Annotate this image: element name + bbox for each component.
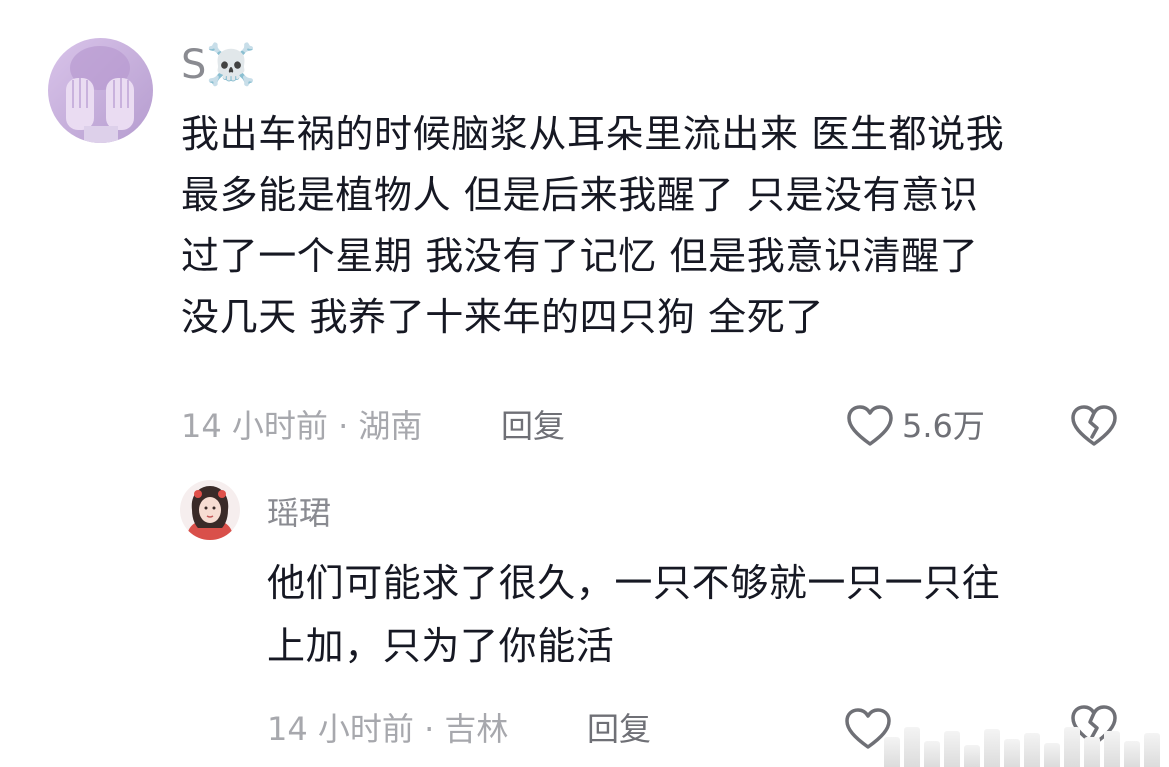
comment-text-line: 过了一个星期 我没有了记忆 但是我意识清醒了 <box>181 234 979 278</box>
avatar-image <box>48 38 153 143</box>
comment-text-line: 没几天 我养了十来年的四只狗 全死了 <box>181 295 824 339</box>
reply-button[interactable]: 回复 <box>587 704 651 754</box>
watermark-block <box>1084 737 1100 767</box>
avatar-image <box>180 480 240 540</box>
dislike-button[interactable] <box>1070 404 1118 452</box>
watermark-block <box>1144 733 1160 767</box>
username[interactable]: S☠️ <box>181 39 256 91</box>
watermark-block <box>1104 731 1120 767</box>
watermark-block <box>924 741 940 767</box>
watermark-block <box>904 727 920 767</box>
watermark-block <box>1024 733 1040 767</box>
heart-outline-icon <box>847 405 893 446</box>
comment-meta: 14 小时前 · 吉林 <box>267 710 509 748</box>
comment-text-line: 最多能是植物人 但是后来我醒了 只是没有意识 <box>181 173 979 217</box>
watermark-block <box>1124 741 1140 767</box>
like-count: 5.6万 <box>902 407 985 445</box>
watermark-block <box>984 729 1000 767</box>
comment-meta: 14 小时前 · 湖南 <box>181 407 423 445</box>
watermark-block <box>964 745 980 767</box>
watermark-block <box>884 737 900 767</box>
comment-text-line: 上加，只为了你能活 <box>267 624 615 668</box>
like-button[interactable]: 5.6万 <box>846 401 985 451</box>
comment-text-line: 他们可能求了很久，一只不够就一只一只往 <box>267 561 1001 605</box>
comment-text-line: 我出车祸的时候脑浆从耳朵里流出来 医生都说我 <box>181 112 1005 156</box>
comment-text: 我出车祸的时候脑浆从耳朵里流出来 医生都说我 最多能是植物人 但是后来我醒了 只… <box>181 104 1004 348</box>
username[interactable]: 瑶珺 <box>267 491 331 535</box>
avatar[interactable] <box>48 38 153 143</box>
watermark-block <box>1044 743 1060 767</box>
comment-text: 他们可能求了很久，一只不够就一只一只往 上加，只为了你能活 <box>267 552 1000 678</box>
watermark-block <box>944 731 960 767</box>
broken-heart-icon <box>1071 405 1117 446</box>
reply-button[interactable]: 回复 <box>501 401 565 451</box>
watermark <box>884 712 1169 767</box>
avatar[interactable] <box>180 480 240 540</box>
watermark-block <box>1004 739 1020 767</box>
watermark-block <box>1064 727 1080 767</box>
